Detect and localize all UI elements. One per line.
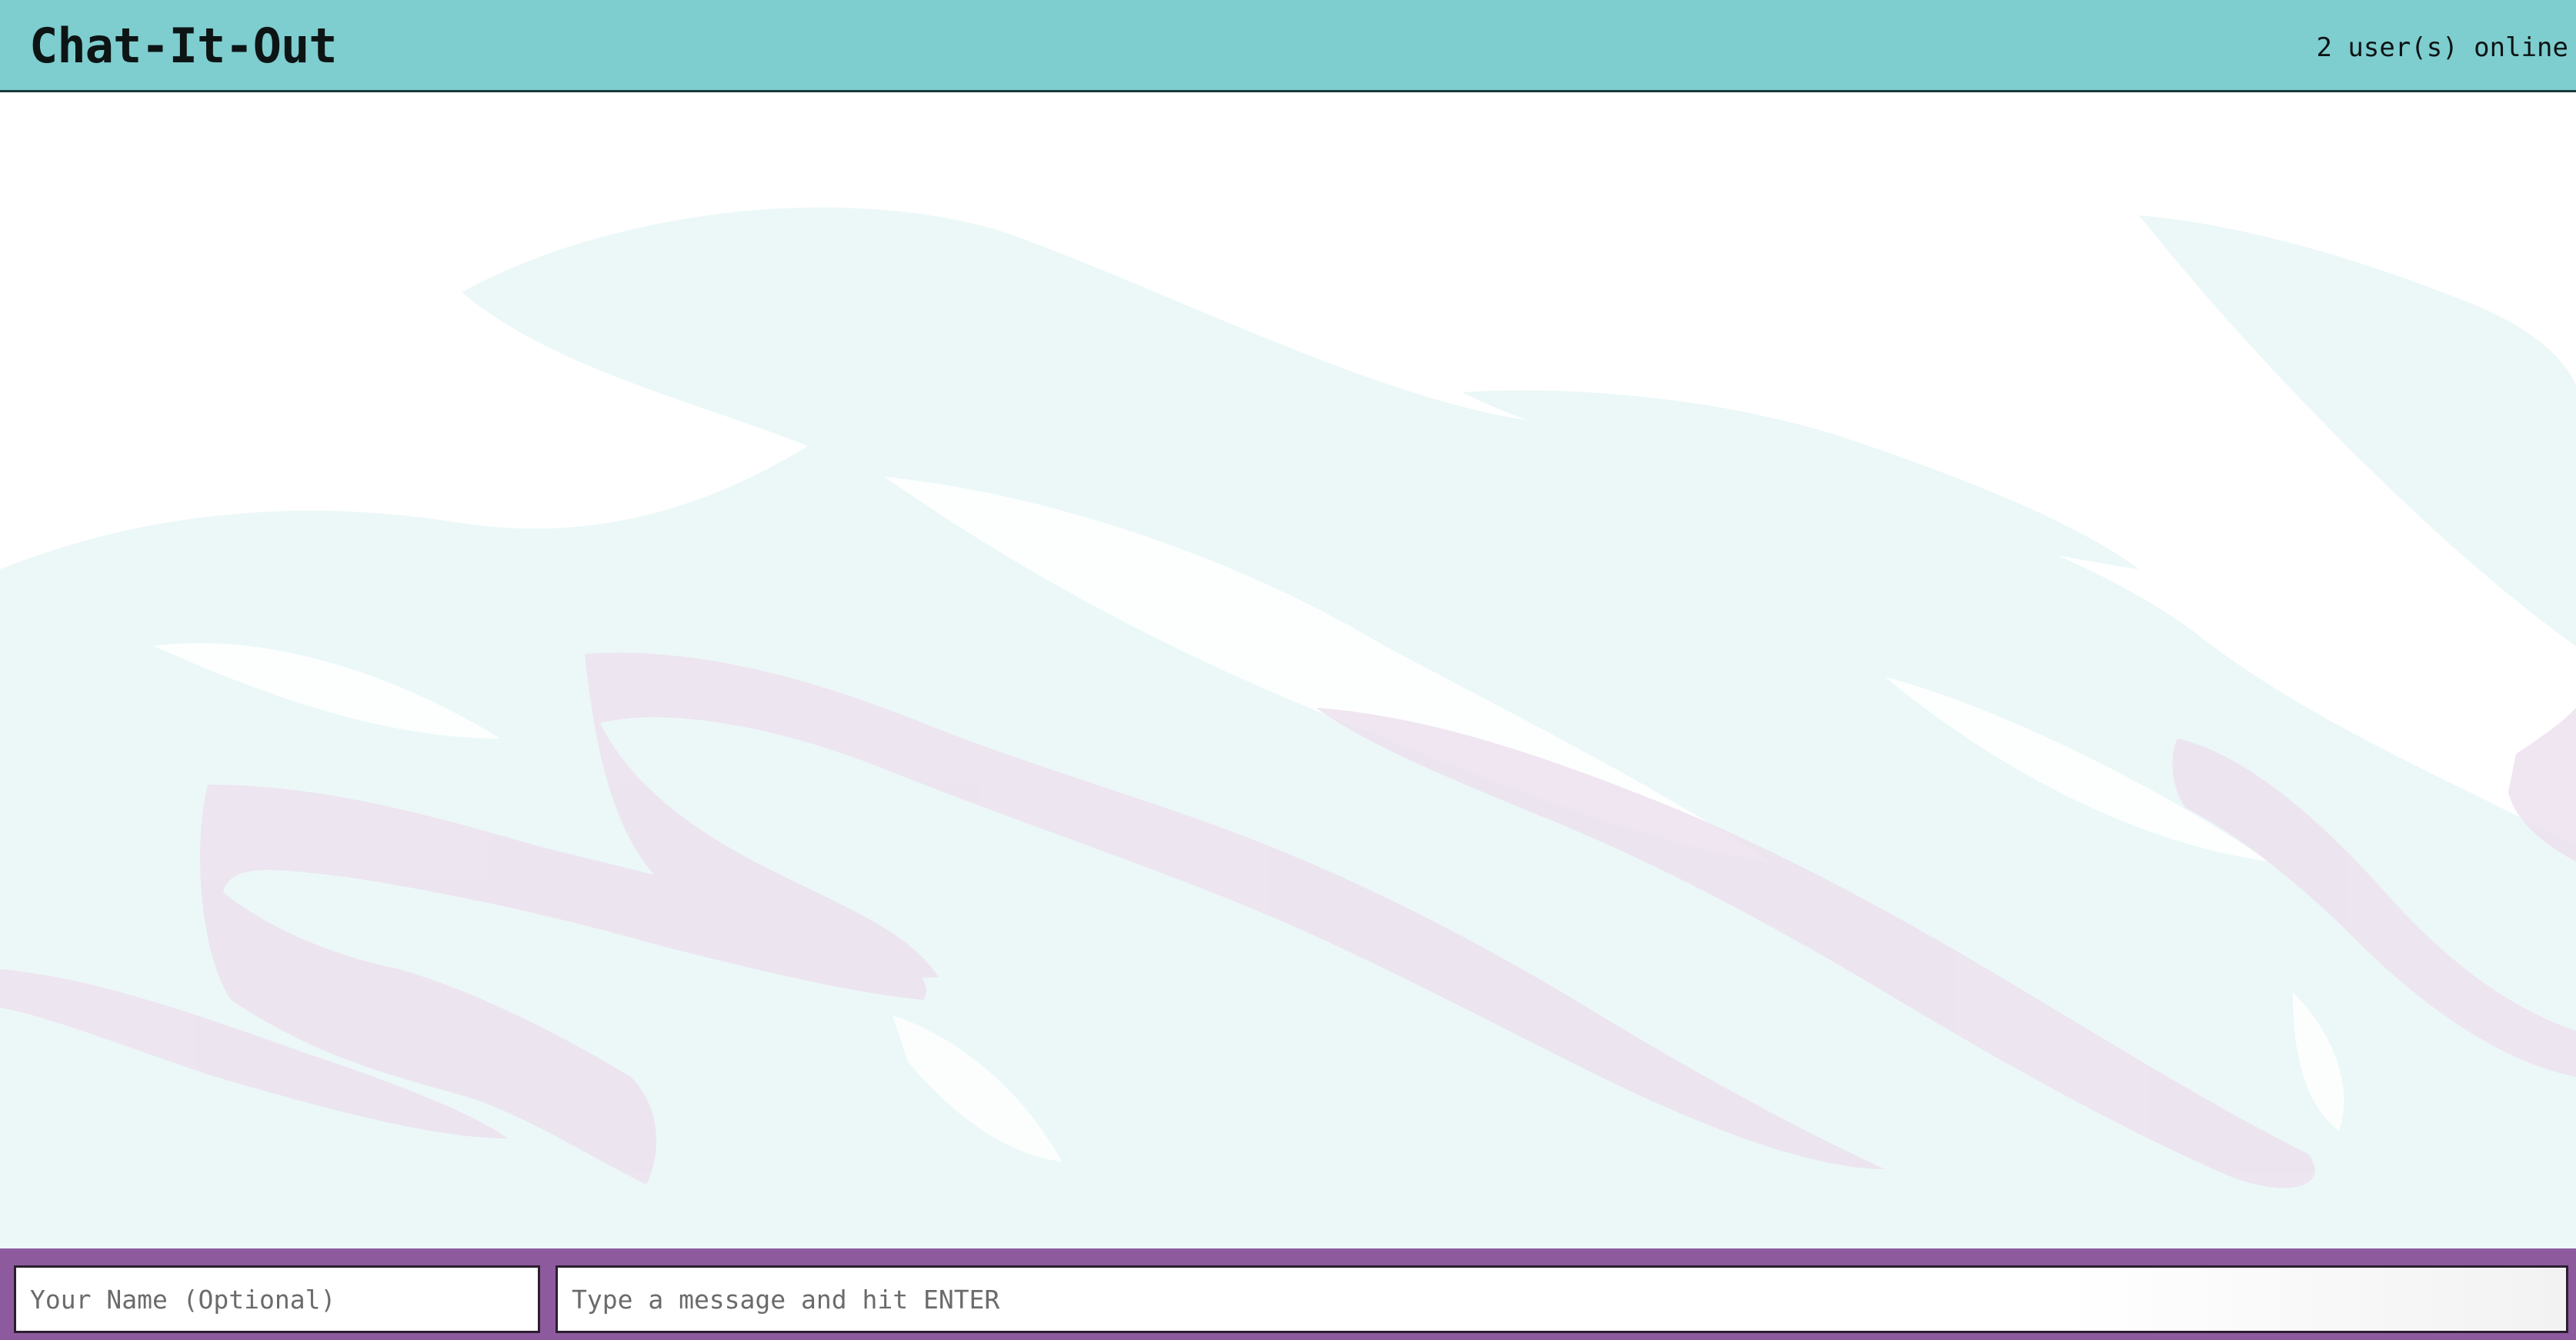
composer-bar	[0, 1248, 2576, 1340]
chat-app: Chat-It-Out 2 user(s) online	[0, 0, 2576, 1340]
message-input[interactable]	[556, 1265, 2568, 1333]
background-brush-pattern	[0, 207, 2576, 1248]
message-list[interactable]	[0, 92, 2576, 1248]
app-header: Chat-It-Out 2 user(s) online	[0, 0, 2576, 92]
app-title: Chat-It-Out	[29, 18, 338, 74]
name-input[interactable]	[14, 1265, 540, 1333]
online-users-count: 2 user(s) online	[2316, 32, 2568, 63]
